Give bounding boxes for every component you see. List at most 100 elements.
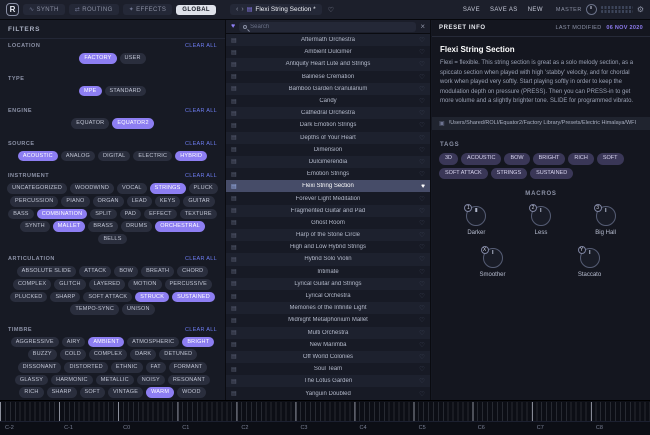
filter-chip-standard[interactable]: STANDARD	[104, 85, 146, 97]
preset-row[interactable]: ▤ Dulcimerendia ♡	[226, 155, 430, 169]
macro-knob[interactable]: 1	[464, 204, 487, 227]
clear-all-button[interactable]: CLEAR ALL	[185, 327, 217, 333]
clear-search-icon[interactable]: ×	[420, 22, 425, 31]
filter-chip-ethnic[interactable]: ETHNIC	[110, 361, 143, 373]
filter-chip-mallet[interactable]: MALLET	[52, 221, 86, 232]
preset-row[interactable]: ▤ Harp of the Stone Circle ♡	[226, 229, 430, 242]
filter-chip-complex[interactable]: COMPLEX	[88, 349, 128, 360]
favorite-toggle-icon[interactable]: ♡	[328, 6, 334, 14]
clear-all-button[interactable]: CLEAR ALL	[185, 173, 217, 179]
filter-chip-chord[interactable]: CHORD	[177, 266, 209, 277]
favorite-heart-icon[interactable]: ♡	[416, 36, 425, 44]
filter-chip-bass[interactable]: BASS	[8, 208, 34, 220]
preset-row[interactable]: ▤ The Lotus Garden ♡	[226, 375, 430, 388]
clear-all-button[interactable]: CLEAR ALL	[185, 43, 217, 49]
filter-chip-resonant[interactable]: RESONANT	[167, 374, 211, 386]
filter-chip-soft[interactable]: SOFT	[79, 387, 105, 398]
save-button[interactable]: SAVE	[460, 5, 483, 15]
next-preset-icon[interactable]: ›	[241, 6, 243, 13]
favorite-heart-icon[interactable]: ♡	[416, 146, 425, 154]
favorite-heart-icon[interactable]: ♡	[416, 316, 425, 324]
preset-row[interactable]: ▤ Cathedral Orchestra ♡	[226, 107, 430, 120]
preset-row[interactable]: ▤ Antiquity Heart Lute and Strings ♡	[226, 58, 430, 71]
tag-chip-bright[interactable]: BRIGHT	[532, 152, 566, 165]
preset-row[interactable]: ▤ Off World Colonies ♡	[226, 350, 430, 364]
filter-chip-distorted[interactable]: DISTORTED	[64, 361, 108, 373]
filter-chip-formant[interactable]: FORMANT	[168, 361, 208, 373]
filter-chip-guitar[interactable]: GUITAR	[183, 195, 215, 207]
favorite-heart-icon[interactable]: ♡	[416, 390, 425, 398]
preset-row[interactable]: ▤ Forever Light Meditation ♡	[226, 192, 430, 205]
preset-row[interactable]: ▤ Intimate ♡	[226, 265, 430, 278]
tab-effects[interactable]: ✦ EFFECTS	[122, 4, 173, 15]
favorite-heart-icon[interactable]: ♡	[416, 304, 425, 312]
preset-row[interactable]: ▤ Aftermath Orchestra ♡	[226, 34, 430, 47]
filter-chip-bow[interactable]: BOW	[114, 266, 139, 277]
preset-row[interactable]: ▤ Soul Team ♡	[226, 363, 430, 376]
filter-chip-mpe[interactable]: MPE	[79, 85, 102, 97]
favorite-heart-icon[interactable]: ♡	[416, 207, 425, 215]
tag-chip-soft-attack[interactable]: SOFT ATTACK	[439, 167, 488, 180]
tag-chip-sustained[interactable]: SUSTAINED	[530, 167, 574, 180]
filter-chip-plucked[interactable]: PLUCKED	[10, 291, 48, 303]
filter-chip-pad[interactable]: PAD	[119, 208, 142, 220]
preset-row[interactable]: ▤ Hybrid Solo Violin ♡	[226, 253, 430, 266]
filter-chip-combination[interactable]: COMBINATION	[36, 208, 88, 220]
filter-chip-breath[interactable]: BREATH	[141, 266, 175, 277]
tag-chip-bow[interactable]: BOW	[504, 152, 530, 165]
filter-chip-percussion[interactable]: PERCUSSION	[10, 195, 59, 207]
filter-chip-hybrid[interactable]: HYBRID	[175, 150, 208, 162]
preset-row[interactable]: ▤ Bamboo Garden Granularium ♡	[226, 82, 430, 95]
filter-chip-absolute-slide[interactable]: ABSOLUTE SLIDE	[16, 266, 77, 277]
filter-chip-metallic[interactable]: METALLIC	[95, 374, 134, 386]
filter-chip-buzzy[interactable]: BUZZY	[27, 349, 57, 360]
filter-chip-rich[interactable]: RICH	[19, 387, 44, 398]
preset-selector[interactable]: ‹ › ▤ Flexi String Section *	[230, 4, 322, 15]
filter-chip-synth[interactable]: SYNTH	[20, 221, 50, 232]
keyboard-ticks[interactable]	[0, 402, 650, 422]
filter-chip-drums[interactable]: DRUMS	[121, 221, 153, 232]
filter-chip-unison[interactable]: UNISON	[122, 304, 155, 315]
filter-chip-digital[interactable]: DIGITAL	[97, 150, 131, 162]
filter-chip-dark[interactable]: DARK	[130, 349, 157, 360]
favorite-heart-icon[interactable]: ♡	[416, 341, 425, 349]
preset-row[interactable]: ▤ Flexi String Section ♥	[226, 180, 430, 193]
clear-all-button[interactable]: CLEAR ALL	[185, 108, 217, 114]
clear-all-button[interactable]: CLEAR ALL	[185, 256, 217, 262]
filter-chip-organ[interactable]: ORGAN	[92, 195, 124, 207]
filter-chip-aggressive[interactable]: AGGRESSIVE	[10, 336, 59, 348]
filter-chip-wood[interactable]: WOOD	[177, 387, 206, 398]
favorites-filter-icon[interactable]: ♥	[231, 23, 235, 30]
filter-chip-attack[interactable]: ATTACK	[79, 266, 112, 277]
filter-chip-glitch[interactable]: GLITCH	[54, 278, 86, 290]
filter-chip-tempo-sync[interactable]: TEMPO-SYNC	[70, 304, 120, 315]
filter-chip-piano[interactable]: PIANO	[61, 195, 90, 207]
tag-chip-3d[interactable]: 3D	[439, 152, 459, 165]
macro-knob[interactable]: X	[480, 246, 503, 269]
filter-chip-split[interactable]: SPLIT	[90, 208, 117, 220]
filter-chip-orchestral[interactable]: ORCHESTRAL	[155, 221, 205, 232]
tag-chip-acoustic[interactable]: ACOUSTIC	[461, 152, 502, 165]
favorite-heart-icon[interactable]: ♥	[416, 183, 425, 190]
favorite-heart-icon[interactable]: ♡	[416, 377, 425, 385]
preset-row[interactable]: ▤ Candy ♡	[226, 94, 430, 108]
clear-all-button[interactable]: CLEAR ALL	[185, 141, 217, 147]
favorite-heart-icon[interactable]: ♡	[416, 243, 425, 251]
preset-row[interactable]: ▤ Depths of Your Heart ♡	[226, 131, 430, 144]
preset-row[interactable]: ▤ Midnight Metalphonium Mallet ♡	[226, 314, 430, 327]
filter-chip-texture[interactable]: TEXTURE	[179, 208, 217, 220]
preset-row[interactable]: ▤ Lyrical Guitar and Strings ♡	[226, 277, 430, 290]
filter-chip-detuned[interactable]: DETUNED	[159, 349, 198, 360]
preset-row[interactable]: ▤ Emotion Strings ♡	[226, 168, 430, 181]
favorite-heart-icon[interactable]: ♡	[416, 170, 425, 178]
filter-chip-atmospheric[interactable]: ATMOSPHERIC	[127, 336, 180, 348]
tab-routing[interactable]: ⇄ ROUTING	[68, 4, 119, 15]
filter-chip-keys[interactable]: KEYS	[154, 195, 181, 207]
search-box[interactable]	[239, 21, 417, 32]
filter-chip-lead[interactable]: LEAD	[126, 195, 152, 207]
favorite-heart-icon[interactable]: ♡	[416, 365, 425, 373]
filter-chip-warm[interactable]: WARM	[146, 387, 175, 398]
filter-chip-soft-attack[interactable]: SOFT ATTACK	[83, 291, 133, 303]
filter-chip-struck[interactable]: STRUCK	[135, 291, 170, 303]
favorite-heart-icon[interactable]: ♡	[416, 85, 425, 93]
